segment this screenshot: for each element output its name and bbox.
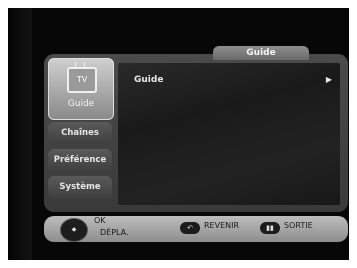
- ok-hint: OK: [94, 216, 106, 225]
- exit-key-icon: ▮▮: [260, 222, 280, 234]
- chevron-right-icon: ▶: [325, 75, 332, 84]
- tv-screen: Guide TV Guide Chaînes Préférence Systèm…: [8, 8, 349, 260]
- back-key-icon: ↶: [180, 222, 200, 234]
- sidebar-item-preference[interactable]: Préférence: [48, 149, 112, 171]
- sidebar-item-chaines[interactable]: Chaînes: [48, 122, 112, 144]
- screen-bezel: [8, 8, 32, 260]
- sidebar-item-guide[interactable]: TV Guide: [48, 58, 114, 120]
- content-pane: Guide ▶: [118, 63, 340, 205]
- menu-item-guide[interactable]: Guide ▶: [134, 73, 332, 87]
- tv-icon: TV: [67, 67, 97, 93]
- dpad-icon: ◆: [60, 218, 88, 242]
- exit-hint: SORTIE: [284, 221, 313, 230]
- sidebar-item-systeme[interactable]: Système: [48, 176, 112, 198]
- menu-item-label: Guide: [134, 75, 164, 85]
- footer-hint-bar: ◆ OK DÉPLA. ↶ REVENIR ▮▮ SORTIE: [44, 216, 348, 242]
- back-hint: REVENIR: [204, 221, 240, 230]
- move-hint: DÉPLA.: [100, 228, 129, 237]
- page-title: Guide: [213, 46, 309, 60]
- sidebar-item-label: Guide: [67, 99, 95, 109]
